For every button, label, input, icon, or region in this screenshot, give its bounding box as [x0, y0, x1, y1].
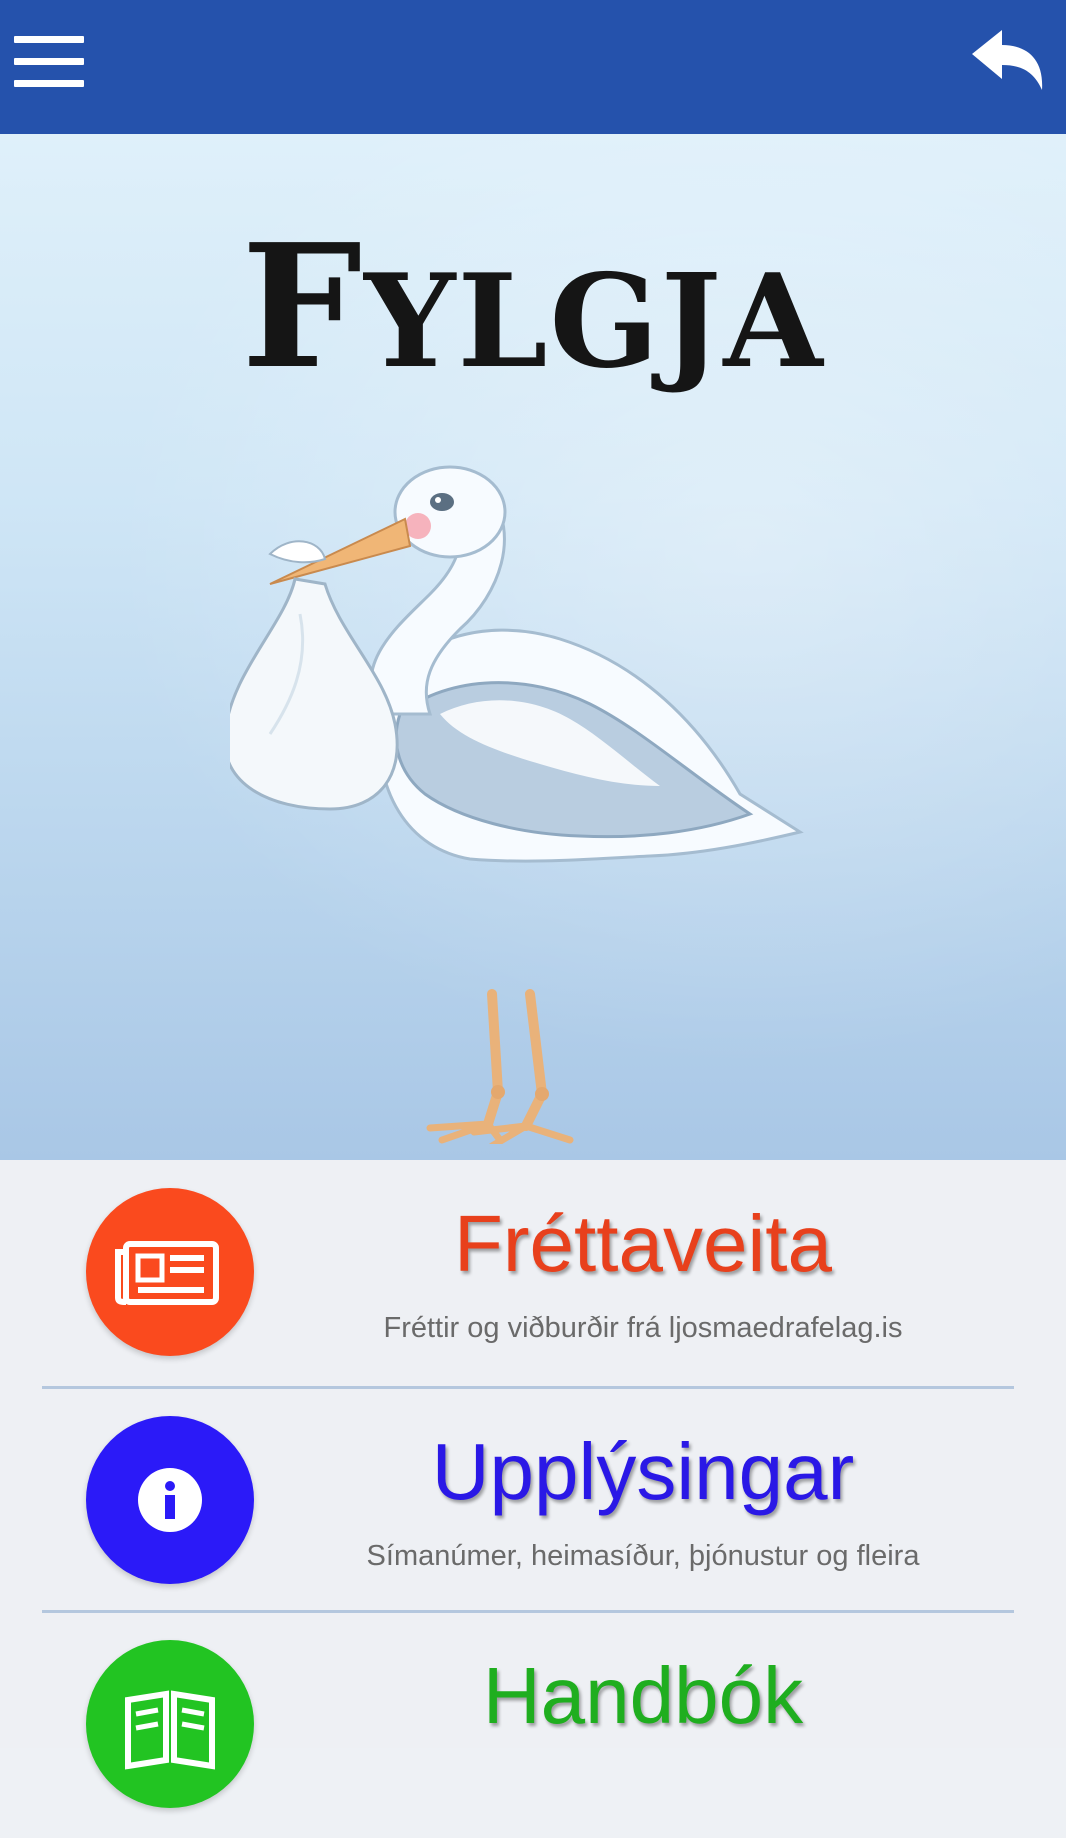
newspaper-icon	[86, 1188, 254, 1356]
menu-item-upplysingar[interactable]: Upplýsingar Símanúmer, heimasíður, þjónu…	[42, 1388, 1014, 1614]
top-app-bar	[0, 0, 1066, 134]
menu-item-title: Upplýsingar	[431, 1427, 855, 1516]
hero-banner: FYLGJA	[0, 134, 1066, 1160]
reply-back-arrow-icon[interactable]	[968, 28, 1048, 96]
stork-illustration	[230, 465, 804, 1144]
app-title: FYLGJA	[241, 207, 825, 407]
menu-item-handbok[interactable]: Handbók	[42, 1612, 1014, 1838]
menu-item-title: Fréttaveita	[454, 1199, 832, 1288]
open-book-icon	[86, 1640, 254, 1808]
menu-item-subtitle: Fréttir og viðburðir frá ljosmaedrafelag…	[383, 1312, 903, 1344]
main-menu-list: Fréttaveita Fréttir og viðburðir frá ljo…	[0, 1160, 1066, 1808]
info-icon	[86, 1416, 254, 1584]
menu-item-frettaveita[interactable]: Fréttaveita Fréttir og viðburðir frá ljo…	[42, 1160, 1014, 1386]
menu-item-title: Handbók	[482, 1651, 804, 1740]
hamburger-menu-icon[interactable]	[14, 36, 84, 88]
menu-item-subtitle: Símanúmer, heimasíður, þjónustur og flei…	[366, 1540, 920, 1572]
